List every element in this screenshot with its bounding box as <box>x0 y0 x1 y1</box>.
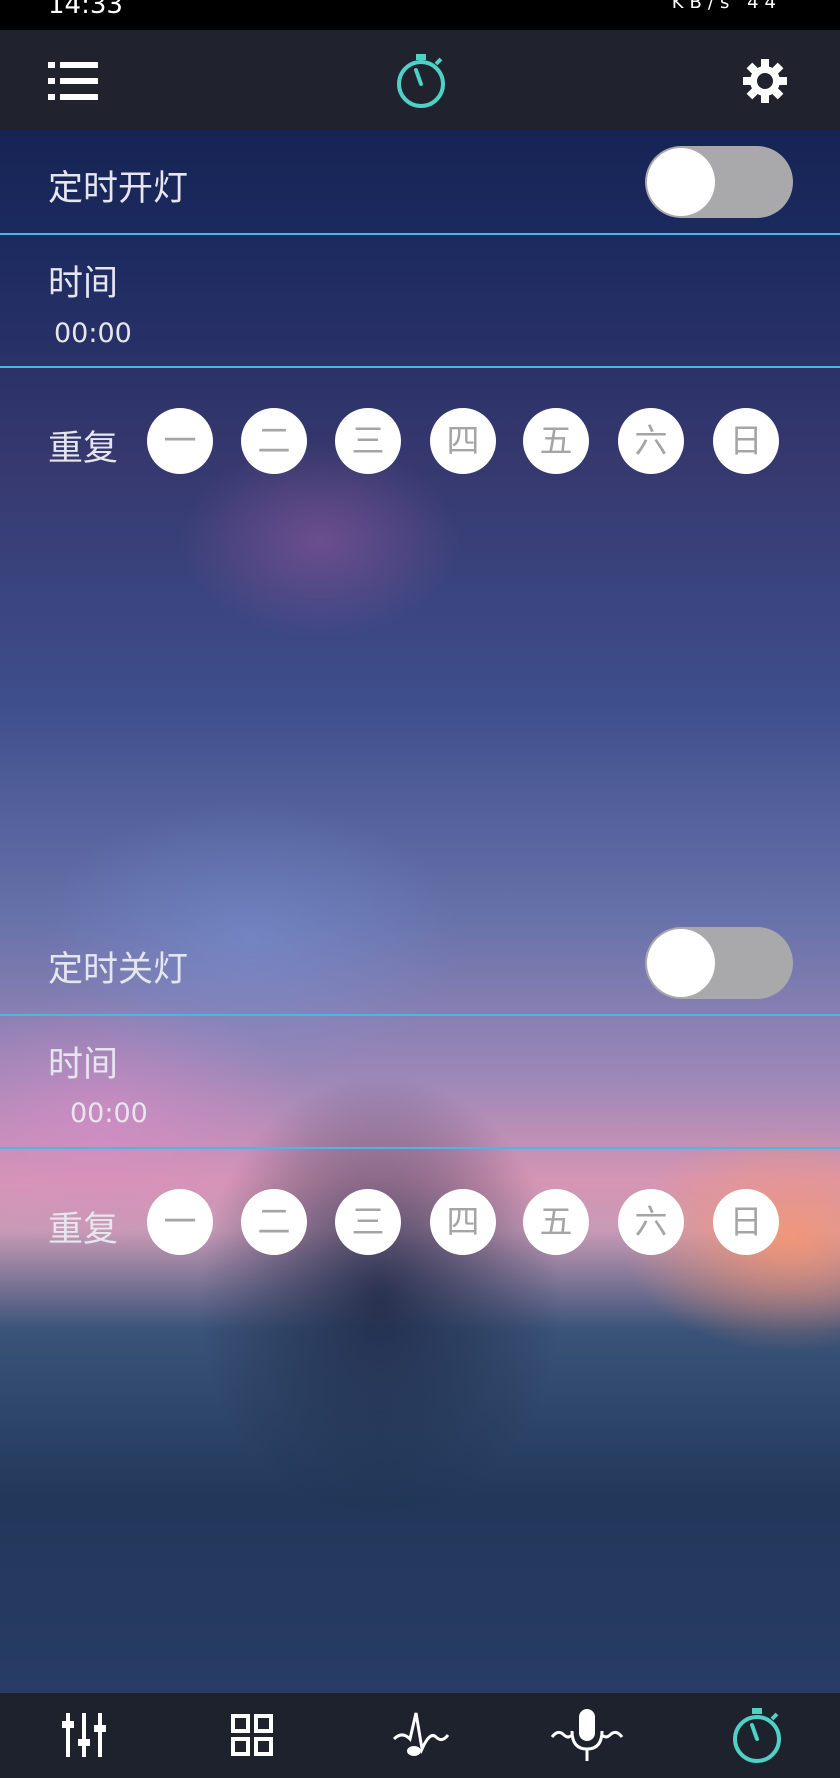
day-thu-button[interactable]: 四 <box>430 1189 496 1255</box>
timer-off-time-label: 时间 <box>48 1045 119 1085</box>
status-time: 14:33 <box>48 0 123 20</box>
status-icons: KB/s 44 <box>672 0 782 13</box>
speed-label: KB/s <box>671 0 736 13</box>
battery-level: 44 <box>747 0 782 13</box>
bottom-nav <box>0 1693 840 1778</box>
day-tue-button[interactable]: 二 <box>241 1189 307 1255</box>
day-sun-button[interactable]: 日 <box>713 408 779 474</box>
status-bar: 14:33 KB/s 44 <box>0 0 840 30</box>
divider <box>0 1147 840 1149</box>
background-image <box>0 0 840 1778</box>
day-fri-button[interactable]: 五 <box>523 408 589 474</box>
equalizer-icon[interactable] <box>60 1711 108 1759</box>
day-tue-button[interactable]: 二 <box>241 408 307 474</box>
settings-gear-icon[interactable] <box>742 58 788 104</box>
music-rhythm-icon[interactable] <box>392 1709 450 1761</box>
day-mon-button[interactable]: 一 <box>147 1189 213 1255</box>
top-bar <box>0 30 840 130</box>
microphone-icon[interactable] <box>550 1707 624 1763</box>
divider <box>0 233 840 235</box>
day-fri-button[interactable]: 五 <box>523 1189 589 1255</box>
menu-list-icon[interactable] <box>48 60 100 102</box>
toggle-knob <box>647 148 715 216</box>
grid-icon[interactable] <box>230 1713 274 1757</box>
timer-nav-icon[interactable] <box>730 1705 784 1765</box>
day-sun-button[interactable]: 日 <box>713 1189 779 1255</box>
timer-icon <box>397 54 445 108</box>
day-wed-button[interactable]: 三 <box>335 1189 401 1255</box>
timer-off-title: 定时关灯 <box>48 950 189 990</box>
timer-off-toggle[interactable] <box>645 927 793 999</box>
timer-on-time-value: 00:00 <box>54 318 132 349</box>
divider <box>0 366 840 368</box>
day-thu-button[interactable]: 四 <box>430 408 496 474</box>
timer-on-title: 定时开灯 <box>48 169 189 209</box>
timer-on-repeat-label: 重复 <box>48 429 119 469</box>
day-wed-button[interactable]: 三 <box>335 408 401 474</box>
timer-on-toggle[interactable] <box>645 146 793 218</box>
divider <box>0 1014 840 1016</box>
day-sat-button[interactable]: 六 <box>618 408 684 474</box>
day-mon-button[interactable]: 一 <box>147 408 213 474</box>
timer-off-repeat-label: 重复 <box>48 1210 119 1250</box>
toggle-knob <box>647 929 715 997</box>
day-sat-button[interactable]: 六 <box>618 1189 684 1255</box>
timer-on-time-label: 时间 <box>48 264 119 304</box>
timer-off-time-value: 00:00 <box>70 1098 148 1129</box>
